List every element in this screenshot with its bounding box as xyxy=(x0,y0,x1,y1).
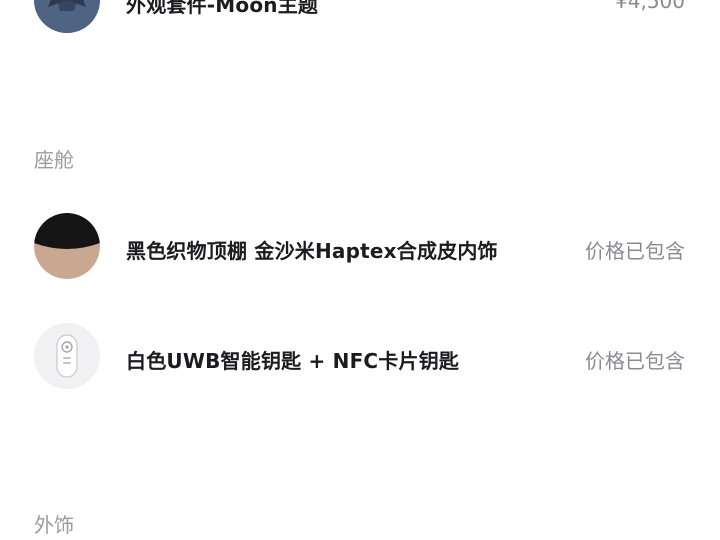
option-title: 外观套件-Moon主题 xyxy=(126,0,319,17)
interior-swatch-icon xyxy=(34,213,100,279)
option-row-interior[interactable]: 黑色织物顶棚 金沙米Haptex合成皮内饰 价格已包含 xyxy=(0,213,720,281)
key-thumbnail xyxy=(34,323,100,389)
option-price: 价格已包含 xyxy=(585,239,685,263)
option-title: 白色UWB智能钥匙 + NFC卡片钥匙 xyxy=(126,349,460,373)
section-header-cabin: 座舱 xyxy=(34,148,74,172)
option-title: 黑色织物顶棚 金沙米Haptex合成皮内饰 xyxy=(126,239,498,263)
option-row-moon-kit[interactable]: 外观套件-Moon主题 ¥4,500 xyxy=(0,0,720,35)
option-price: ¥4,500 xyxy=(615,0,685,13)
section-header-exterior: 外饰 xyxy=(34,513,74,537)
option-row-key[interactable]: 白色UWB智能钥匙 + NFC卡片钥匙 价格已包含 xyxy=(0,323,720,391)
smart-key-icon xyxy=(34,323,100,389)
option-price: 价格已包含 xyxy=(585,349,685,373)
interior-thumbnail xyxy=(34,213,100,279)
wheel-icon xyxy=(34,0,100,33)
moon-kit-thumbnail xyxy=(34,0,100,33)
